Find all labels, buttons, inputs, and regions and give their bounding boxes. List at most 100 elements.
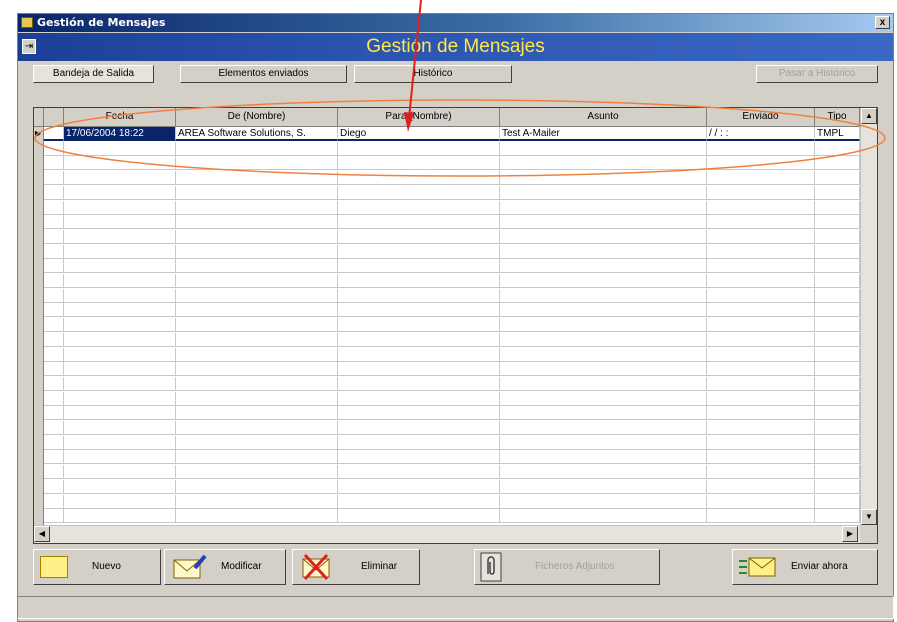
table-row[interactable]	[44, 479, 860, 494]
table-row[interactable]	[44, 200, 860, 215]
scroll-down-icon[interactable]: ▼	[861, 509, 877, 525]
cell-enviado[interactable]	[707, 362, 815, 377]
cell-de[interactable]	[176, 156, 338, 171]
column-header-fecha[interactable]: Fecha	[64, 108, 176, 127]
horizontal-scrollbar[interactable]: ◀ ▶	[34, 525, 860, 543]
cell-asunto[interactable]: Test A-Mailer	[500, 127, 707, 141]
cell-para[interactable]	[338, 509, 500, 524]
cell-de[interactable]	[176, 435, 338, 450]
cell-de[interactable]	[176, 318, 338, 333]
cell-fecha[interactable]	[64, 435, 176, 450]
cell-para[interactable]	[338, 259, 500, 274]
cell-tipo[interactable]	[815, 156, 860, 171]
cell-tipo[interactable]	[815, 450, 860, 465]
cell-enviado[interactable]	[707, 406, 815, 421]
cell-tipo[interactable]	[815, 274, 860, 288]
cell-asunto[interactable]	[500, 171, 707, 186]
cell-fecha[interactable]	[64, 465, 176, 480]
table-row[interactable]	[44, 465, 860, 480]
cell-de[interactable]	[176, 185, 338, 200]
cell-asunto[interactable]	[500, 391, 707, 406]
cell-tipo[interactable]	[815, 141, 860, 156]
cell-para[interactable]	[338, 156, 500, 171]
cell-de[interactable]	[176, 288, 338, 303]
cell-para[interactable]	[338, 406, 500, 421]
cell-fecha[interactable]	[64, 376, 176, 391]
title-bar[interactable]: Gestión de Mensajes x	[18, 14, 893, 32]
cell-enviado[interactable]	[707, 229, 815, 244]
cell-asunto[interactable]	[500, 229, 707, 244]
cell-para[interactable]	[338, 376, 500, 391]
cell-para[interactable]	[338, 185, 500, 200]
cell-tipo[interactable]	[815, 332, 860, 347]
cell-enviado[interactable]	[707, 156, 815, 171]
tab-elementos-enviados[interactable]: Elementos enviados	[180, 65, 347, 83]
cell-asunto[interactable]	[500, 141, 707, 156]
close-button[interactable]: x	[875, 16, 890, 29]
cell-de[interactable]	[176, 347, 338, 362]
cell-enviado[interactable]	[707, 318, 815, 333]
table-row[interactable]	[44, 229, 860, 244]
table-row[interactable]	[44, 406, 860, 421]
messages-grid[interactable]: Fecha De (Nombre) Para (Nombre) Asunto E…	[33, 107, 878, 544]
cell-para[interactable]	[338, 288, 500, 303]
scroll-left-icon[interactable]: ◀	[34, 526, 50, 542]
table-row[interactable]	[44, 288, 860, 303]
table-row[interactable]	[44, 244, 860, 259]
cell-tipo[interactable]	[815, 259, 860, 274]
cell-fecha[interactable]	[64, 479, 176, 494]
cell-asunto[interactable]	[500, 421, 707, 435]
table-row[interactable]	[44, 171, 860, 186]
cell-asunto[interactable]	[500, 244, 707, 259]
table-row[interactable]: 17/06/2004 18:22 AREA Software Solutions,…	[44, 127, 860, 141]
cell-fecha[interactable]	[64, 303, 176, 318]
cell-para[interactable]	[338, 229, 500, 244]
cell-asunto[interactable]	[500, 274, 707, 288]
cell-para[interactable]	[338, 244, 500, 259]
table-row[interactable]	[44, 509, 860, 524]
cell-tipo[interactable]	[815, 215, 860, 230]
cell-tipo[interactable]: TMPL	[815, 127, 860, 141]
cell-enviado[interactable]	[707, 141, 815, 156]
cell-tipo[interactable]	[815, 376, 860, 391]
cell-para[interactable]	[338, 141, 500, 156]
cell-de[interactable]	[176, 465, 338, 480]
cell-tipo[interactable]	[815, 406, 860, 421]
cell-enviado[interactable]	[707, 479, 815, 494]
cell-enviado[interactable]	[707, 494, 815, 509]
cell-de[interactable]	[176, 215, 338, 230]
cell-enviado[interactable]	[707, 376, 815, 391]
cell-tipo[interactable]	[815, 171, 860, 186]
cell-enviado[interactable]	[707, 171, 815, 186]
cell-tipo[interactable]	[815, 318, 860, 333]
cell-para[interactable]	[338, 274, 500, 288]
cell-enviado[interactable]	[707, 274, 815, 288]
cell-para[interactable]	[338, 332, 500, 347]
cell-fecha[interactable]	[64, 494, 176, 509]
cell-de[interactable]	[176, 376, 338, 391]
cell-tipo[interactable]	[815, 509, 860, 524]
cell-fecha[interactable]	[64, 156, 176, 171]
cell-tipo[interactable]	[815, 185, 860, 200]
cell-fecha[interactable]	[64, 288, 176, 303]
cell-de[interactable]: AREA Software Solutions, S.	[176, 127, 338, 141]
cell-enviado[interactable]	[707, 391, 815, 406]
cell-fecha[interactable]	[64, 347, 176, 362]
cell-de[interactable]	[176, 362, 338, 377]
cell-para[interactable]	[338, 450, 500, 465]
cell-para[interactable]	[338, 479, 500, 494]
cell-para[interactable]	[338, 391, 500, 406]
cell-enviado[interactable]: / / : :	[707, 127, 815, 141]
cell-de[interactable]	[176, 494, 338, 509]
cell-para[interactable]: Diego	[338, 127, 500, 141]
cell-de[interactable]	[176, 479, 338, 494]
cell-fecha[interactable]	[64, 141, 176, 156]
cell-asunto[interactable]	[500, 435, 707, 450]
tab-bandeja-salida[interactable]: Bandeja de Salida	[33, 65, 154, 83]
cell-tipo[interactable]	[815, 421, 860, 435]
cell-de[interactable]	[176, 200, 338, 215]
cell-fecha[interactable]	[64, 450, 176, 465]
cell-enviado[interactable]	[707, 465, 815, 480]
cell-fecha[interactable]	[64, 421, 176, 435]
cell-asunto[interactable]	[500, 406, 707, 421]
